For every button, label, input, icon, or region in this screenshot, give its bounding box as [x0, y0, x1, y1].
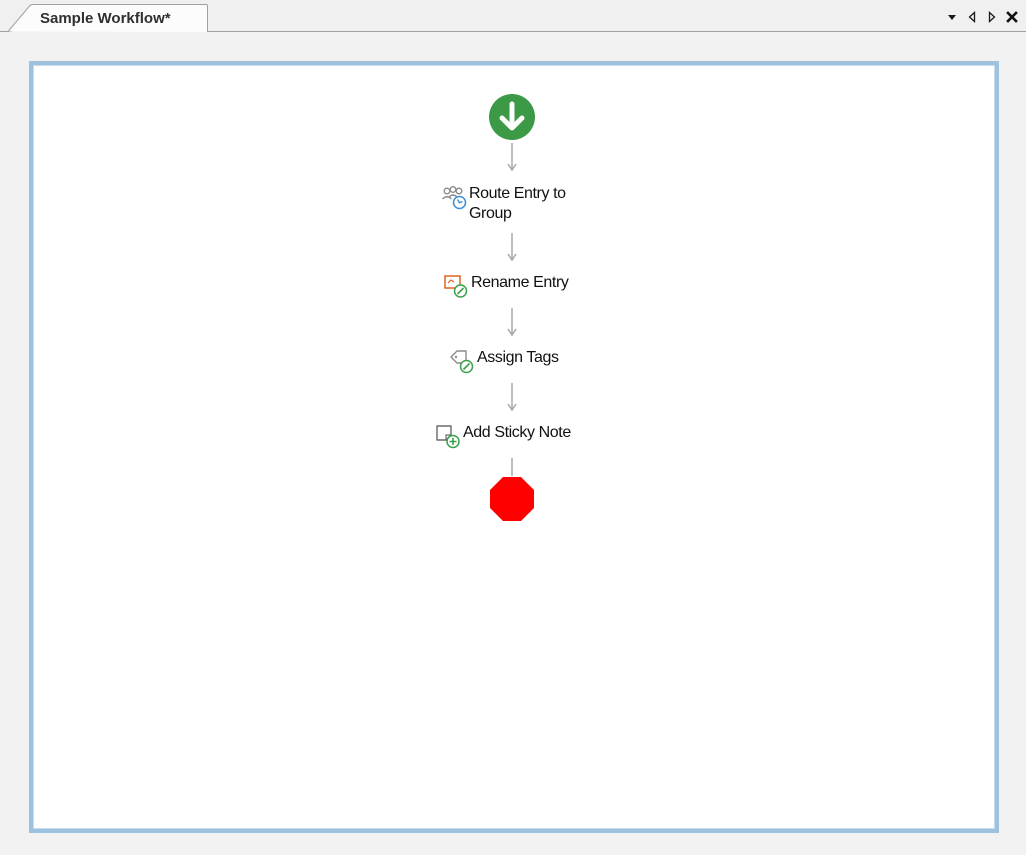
activity-add-sticky-note[interactable]: Add Sticky Note — [435, 423, 571, 449]
connector-arrow — [507, 233, 517, 262]
tab-controls — [944, 8, 1020, 26]
dropdown-triangle-icon[interactable] — [944, 8, 960, 26]
workflow-end-node[interactable] — [488, 475, 536, 523]
route-group-icon — [442, 186, 467, 210]
document-tab-strip: Sample Workflow* — [0, 0, 1026, 32]
workflow-designer-canvas[interactable]: Route Entry to Group Rename Entry Assign… — [29, 61, 999, 833]
activity-label: Assign Tags — [477, 349, 559, 366]
assign-tags-icon — [450, 350, 474, 374]
tab-sample-workflow[interactable]: Sample Workflow* — [8, 4, 208, 32]
add-sticky-note-icon — [436, 425, 460, 449]
start-arrow-icon — [489, 94, 535, 140]
connector-arrow — [507, 308, 517, 337]
activity-label-line2: Group — [469, 205, 512, 222]
activity-label: Rename Entry — [471, 274, 569, 291]
tab-title: Sample Workflow* — [40, 10, 171, 27]
connector-arrow — [507, 143, 517, 172]
activity-label-line1: Route Entry to — [469, 185, 566, 202]
workflow-start-node[interactable] — [488, 93, 536, 141]
scroll-left-icon[interactable] — [964, 8, 980, 26]
stop-octagon-icon — [490, 477, 534, 521]
activity-assign-tags[interactable]: Assign Tags — [449, 348, 559, 374]
activity-label: Add Sticky Note — [463, 424, 571, 441]
activity-label: Route Entry to Group — [469, 184, 566, 224]
activity-rename-entry[interactable]: Rename Entry — [443, 273, 569, 299]
close-icon[interactable] — [1004, 8, 1020, 26]
tab-strip-divider — [208, 31, 1026, 32]
scroll-right-icon[interactable] — [984, 8, 1000, 26]
rename-entry-icon — [444, 275, 468, 298]
activity-route-entry-to-group[interactable]: Route Entry to Group — [441, 184, 566, 224]
connector-arrow — [507, 383, 517, 412]
